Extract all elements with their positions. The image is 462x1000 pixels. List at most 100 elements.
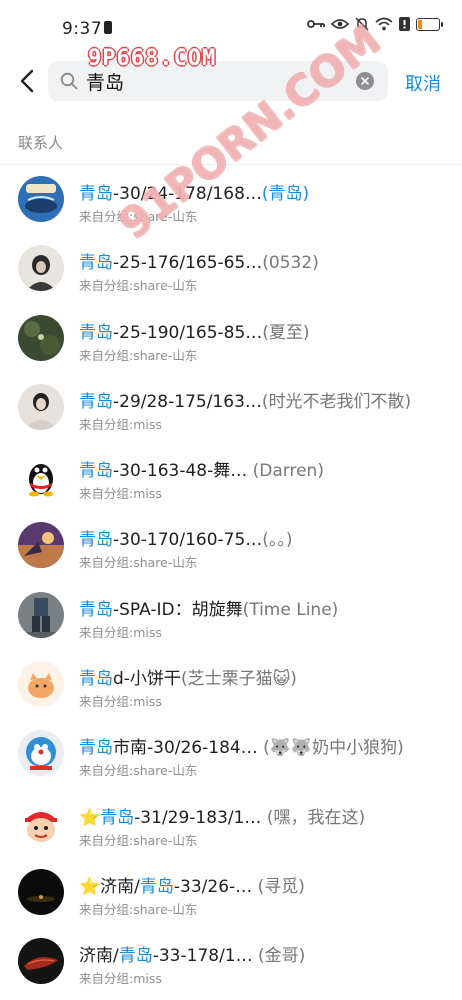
contact-name-match: 青岛 [79,669,113,690]
contact-group: 来自分组:share-山东 [79,347,198,363]
avatar [18,938,64,985]
avatar [18,730,64,777]
avatar [18,453,64,500]
contact-group: 来自分组:share-山东 [79,901,198,917]
status-time: 9:37 [62,19,103,39]
contact-row[interactable]: 青岛-30/24-178/168…(青岛) 来自分组:share-山东 [0,166,462,235]
search-row: 取消 [0,58,462,104]
contact-group: 来自分组:share-山东 [79,278,198,294]
contact-name: 青岛-25-176/165-65…(0532) [79,248,449,273]
avatar [18,245,64,292]
avatar [18,383,64,430]
contact-group: 来自分组:miss [79,694,162,710]
contact-group: 来自分组:share-山东 [79,209,198,224]
contact-name: ⭐济南/青岛-33/26-… (寻觅) [79,872,449,897]
contact-nickname: (Time Line) [242,599,339,620]
contact-name: 青岛d-小饼干(芝士栗子猫😺) [79,664,449,689]
contact-name-match: 青岛 [79,461,113,482]
contact-group: 来自分组:miss [79,624,162,640]
contact-name: 青岛-30/24-178/168…(青岛) [79,179,449,204]
contact-name: ⭐青岛-31/29-183/1… (嘿，我在这) [79,803,449,828]
mute-bell-icon [355,17,369,31]
contact-row[interactable]: 青岛市南-30/26-184… (🐺🐺奶中小狼狗) 来自分组:share-山东 [0,720,462,789]
cancel-button[interactable]: 取消 [405,70,441,96]
section-divider [0,164,462,165]
contact-row[interactable]: 青岛-30-163-48-舞… (Darren) 来自分组:miss [0,443,462,512]
search-icon [60,72,78,90]
contact-name: 济南/青岛-33-178/1… (金哥) [79,941,449,966]
contact-group: 来自分组:share-山东 [79,763,198,779]
contact-name: 青岛-29/28-175/163…(时光不老我们不散) [79,387,449,412]
contact-row[interactable]: 青岛-25-176/165-65…(0532) 来自分组:share-山东 [0,235,462,304]
contact-row[interactable]: 青岛d-小饼干(芝士栗子猫😺) 来自分组:miss [0,651,462,720]
contact-name: 青岛市南-30/26-184… (🐺🐺奶中小狼狗) [79,733,449,758]
contact-nickname: (青岛) [261,184,310,204]
contact-name-rest: -30-170/160-75… [113,530,263,551]
contact-group: 来自分组:miss [79,486,162,502]
contact-name-match: 青岛 [79,184,113,204]
contact-nickname: (芝士栗子猫😺) [180,669,297,690]
avatar [18,314,64,361]
clear-button[interactable] [356,72,374,90]
contact-group: 来自分组:share-山东 [79,555,198,571]
contact-nickname: (Darren) [247,461,324,482]
sim-alert-icon [399,17,410,31]
contact-nickname: (寻觅) [252,876,305,897]
contact-row[interactable]: 济南/青岛-33-178/1… (金哥) 来自分组:miss [0,928,462,997]
avatar [18,522,64,569]
wifi-icon [375,17,393,31]
contact-nickname: (金哥) [252,946,306,967]
battery-alert-icon [104,21,112,34]
eye-icon [331,19,349,29]
contact-group: 来自分组:miss [79,971,162,987]
section-title-contacts: 联系人 [18,134,64,152]
contact-name-match: 青岛 [79,391,113,412]
battery-icon [416,17,443,31]
contact-name-rest: -25-190/165-85… [113,322,263,343]
contact-name-match: 青岛 [79,738,113,759]
contact-nickname: (嘿，我在这) [261,807,366,828]
contact-nickname: (0532) [262,253,319,274]
contact-name-rest: -29/28-175/163… [113,391,262,412]
avatar [18,661,64,708]
contact-row[interactable]: ⭐济南/青岛-33/26-… (寻觅) 来自分组:share-山东 [0,859,462,928]
contact-row[interactable]: 青岛-30-170/160-75…(。。) 来自分组:share-山东 [0,512,462,581]
contact-group: 来自分组:miss [79,416,162,432]
contact-name: 青岛-30-170/160-75…(。。) [79,525,449,550]
contact-name: 青岛-25-190/165-85…(夏至) [79,318,449,343]
avatar [18,868,64,915]
contact-name-match: 青岛 [139,876,174,897]
avatar [18,591,64,638]
contact-nickname: (时光不老我们不散) [261,391,412,412]
close-icon [361,77,369,85]
contact-group: 来自分组:share-山东 [79,832,198,848]
contact-row[interactable]: 青岛-SPA-ID：胡旋舞(Time Line) 来自分组:miss [0,582,462,651]
contact-nickname: (🐺🐺奶中小狼狗) [257,738,404,759]
contact-name-rest: d-小饼干 [113,669,181,690]
contact-nickname: (。。) [262,530,293,551]
contact-name-rest: 市南-30/26-184… [113,738,258,759]
contact-name-match: 青岛 [100,807,135,828]
contact-name-rest: -30-163-48-舞… [113,461,248,482]
back-button[interactable] [10,64,44,98]
contact-name-rest: -33-178/1… [152,946,253,967]
contact-name-prefix: 济南/ [79,946,119,967]
contact-name-rest: -30/24-178/168… [113,184,262,204]
avatar [18,799,64,846]
contact-name-match: 青岛 [79,322,113,343]
contact-row[interactable]: 青岛-29/28-175/163…(时光不老我们不散) 来自分组:miss [0,374,462,443]
status-bar: 9:37 [0,0,462,56]
key-icon [307,20,325,28]
watermark-top: 9P668.COM [88,46,217,71]
contact-name-prefix: ⭐济南/ [79,876,140,897]
contact-list: 青岛-30/24-178/168…(青岛) 来自分组:share-山东 青岛-25-… [0,166,462,998]
contact-name-match: 青岛 [79,599,113,620]
contact-name-rest: -33/26-… [173,876,253,897]
contact-name: 青岛-SPA-ID：胡旋舞(Time Line) [79,595,449,620]
status-icons [307,17,443,31]
contact-name-rest: -25-176/165-65… [113,253,263,274]
contact-row[interactable]: 青岛-25-190/165-85…(夏至) 来自分组:share-山东 [0,305,462,374]
contact-name-match: 青岛 [118,946,153,967]
search-input[interactable] [86,68,346,94]
contact-row[interactable]: ⭐青岛-31/29-183/1… (嘿，我在这) 来自分组:share-山东 [0,790,462,859]
